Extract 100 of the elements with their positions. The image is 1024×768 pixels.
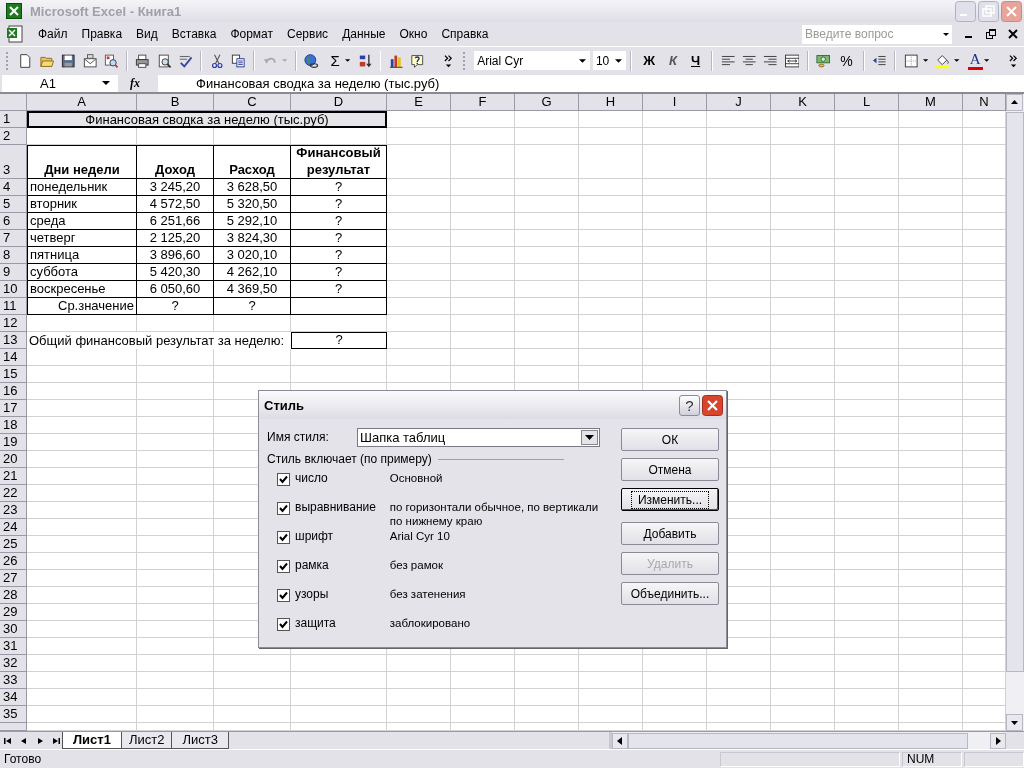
menu-item[interactable]: Вставка [165,25,225,43]
column-header[interactable]: I [643,94,707,111]
scrollbar-thumb[interactable] [1006,112,1024,672]
font-color-button[interactable]: A [967,51,983,70]
caret-icon[interactable] [983,59,990,62]
row-header[interactable]: 6 [0,213,27,230]
row-header[interactable]: 33 [0,672,27,689]
caret-icon[interactable] [615,58,623,63]
checkbox[interactable] [277,531,290,544]
overflow-chevron-icon[interactable] [1009,52,1019,69]
column-header[interactable]: J [707,94,771,111]
row-header[interactable]: 24 [0,519,27,536]
column-header[interactable]: F [451,94,515,111]
caret-icon[interactable] [344,59,351,62]
checkbox[interactable] [277,618,290,631]
copy-icon[interactable] [231,52,246,69]
fill-bucket-icon[interactable] [935,52,950,69]
row-header[interactable]: 31 [0,638,27,655]
menu-item[interactable]: Файл [32,25,76,43]
menu-item[interactable]: Данные [336,25,394,43]
row-header[interactable]: 2 [0,128,27,145]
row-header[interactable]: 19 [0,434,27,451]
checkbox-label[interactable]: узоры [295,587,390,601]
scroll-right-icon[interactable] [990,732,1006,749]
restore-icon[interactable] [985,28,997,40]
column-header[interactable]: H [579,94,643,111]
scroll-up-icon[interactable] [1006,94,1023,111]
dialog-button[interactable]: Добавить [621,522,719,545]
sheet-tab[interactable]: Лист1 [62,732,122,749]
style-name-field[interactable]: Шапка таблиц [357,427,600,447]
row-header[interactable]: 27 [0,570,27,587]
sort-icon[interactable] [357,52,373,69]
row-header[interactable]: 7 [0,230,27,247]
help-button[interactable]: ? [679,394,700,416]
row-header[interactable]: 34 [0,689,27,706]
magnifier-page-icon[interactable] [104,52,119,69]
column-header[interactable]: B [137,94,214,111]
row-header[interactable]: 35 [0,706,27,723]
row-header[interactable]: 10 [0,281,27,298]
row-header[interactable]: 28 [0,587,27,604]
row-header[interactable]: 21 [0,468,27,485]
row-header[interactable]: 32 [0,655,27,672]
row-header[interactable]: 26 [0,553,27,570]
menu-item[interactable]: Сервис [281,25,337,43]
dialog-button[interactable]: Изменить... [621,488,719,511]
checkbox[interactable] [277,560,290,573]
scissors-icon[interactable] [209,52,225,69]
column-header[interactable]: A [27,94,137,111]
row-header[interactable]: 15 [0,366,27,383]
name-box[interactable]: A1 [2,74,118,92]
row-header[interactable]: 30 [0,621,27,638]
checkbox-label[interactable]: защита [295,616,390,630]
column-header[interactable]: C [214,94,291,111]
sheet-tab[interactable]: Лист3 [171,732,229,749]
envelope-icon[interactable] [82,52,98,69]
close-icon[interactable] [1007,28,1019,40]
column-header[interactable]: E [387,94,451,111]
row-header[interactable]: 14 [0,349,27,366]
scroll-left-icon[interactable] [612,732,628,749]
row-header[interactable]: 18 [0,417,27,434]
checkbox-label[interactable]: число [295,471,390,485]
checkbox[interactable] [277,589,290,602]
row-header[interactable]: 4 [0,179,27,196]
checkbox-label[interactable]: выравнивание [295,500,390,514]
font-size-field[interactable]: 10 [592,51,627,70]
dropdown-button-icon[interactable] [581,429,598,445]
menu-item[interactable]: Справка [435,25,497,43]
checkbox-label[interactable]: рамка [295,558,390,572]
dialog-button[interactable]: Объединить... [621,582,719,605]
question-field[interactable]: Введите вопрос [802,24,952,44]
row-header[interactable]: 25 [0,536,27,553]
money-icon[interactable] [816,52,831,69]
column-header[interactable]: K [771,94,835,111]
column-header[interactable]: L [835,94,899,111]
insert-function-button[interactable]: fx [118,74,158,92]
underline-button[interactable]: Ч [684,50,708,71]
row-header[interactable]: 17 [0,400,27,417]
scroll-down-icon[interactable] [1006,714,1023,731]
menu-item[interactable]: Правка [75,25,131,43]
column-header[interactable]: M [899,94,963,111]
font-name-field[interactable]: Arial Cyr [474,51,590,70]
row-header[interactable]: 5 [0,196,27,213]
dialog-button[interactable]: ОК [621,428,719,451]
print-preview-icon[interactable] [156,52,172,69]
menu-item[interactable]: Окно [393,25,436,43]
checkbox[interactable] [277,502,290,515]
row-header[interactable]: 12 [0,315,27,332]
checkbox-label[interactable]: шрифт [295,529,390,543]
globe-icon[interactable] [304,52,319,69]
caret-icon[interactable] [954,59,960,62]
row-header[interactable]: 29 [0,604,27,621]
caret-icon[interactable] [578,58,586,63]
merge-cells-icon[interactable] [784,52,800,69]
help-icon[interactable] [410,52,425,69]
column-header[interactable]: N [963,94,1006,111]
row-header[interactable]: 13 [0,332,27,349]
row-header[interactable]: 11 [0,298,27,315]
checkbox[interactable] [277,473,290,486]
workbook-icon[interactable] [6,25,24,43]
menu-item[interactable]: Вид [130,25,166,43]
